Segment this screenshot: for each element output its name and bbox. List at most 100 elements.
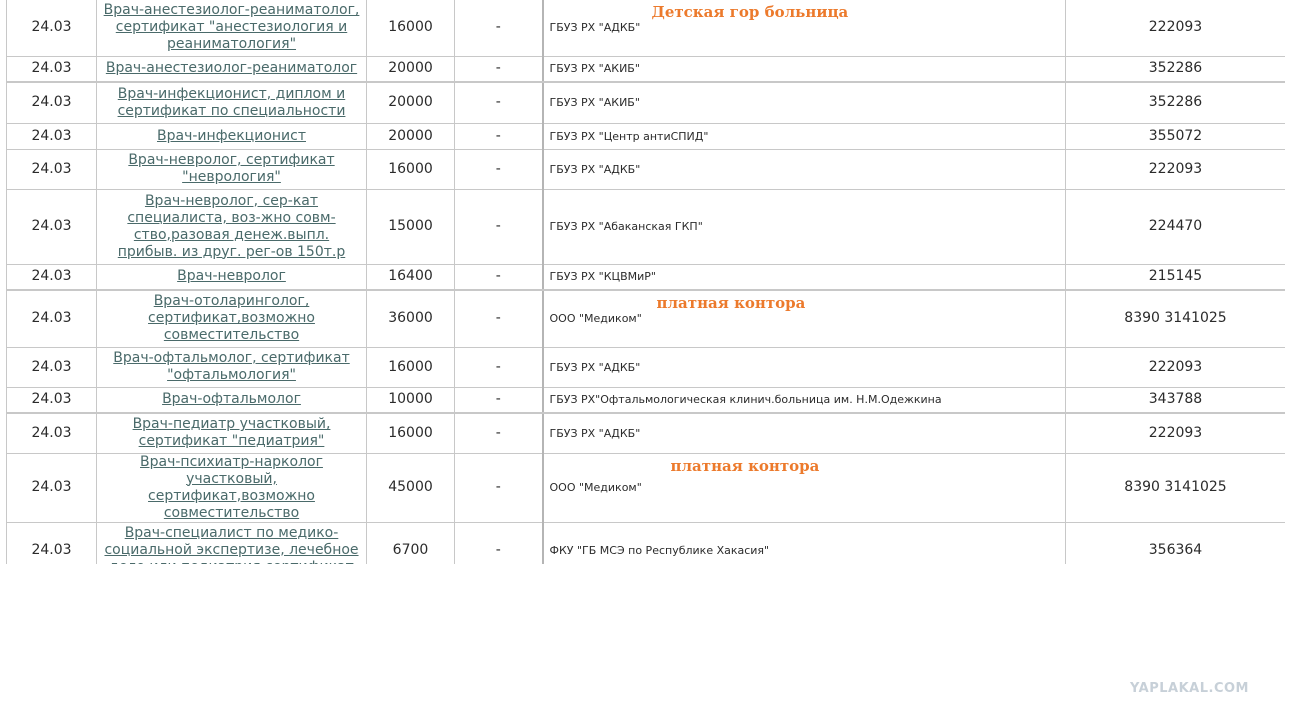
date-cell: 24.03: [6, 290, 97, 348]
job-title-link[interactable]: Врач-невролог: [177, 268, 286, 284]
job-cell: Врач-офтальмолог, сертификат "офтальмоло…: [96, 347, 367, 388]
watermark: YAPLAKAL.COM: [1130, 681, 1249, 696]
date-cell: 24.03: [6, 264, 97, 291]
date-cell: 24.03: [6, 123, 97, 150]
date-cell: 24.03: [6, 189, 97, 265]
table-row: 24.03 Врач-невролог, сер-кат специалиста,…: [6, 189, 1285, 265]
job-cell: Врач-анестезиолог-реаниматолог: [96, 56, 367, 83]
organization-cell: ГБУЗ РХ "КЦВМиР": [541, 264, 1066, 291]
organization-cell: ГБУЗ РХ "АДКБ": [541, 149, 1066, 190]
salary-cell: 16000: [366, 347, 455, 388]
job-cell: Врач-отоларинголог, сертификат,возможно …: [96, 290, 367, 348]
empty-cell: -: [454, 387, 543, 414]
salary-cell: 20000: [366, 123, 455, 150]
phone-cell: 343788: [1065, 387, 1285, 414]
organization-cell: ГБУЗ РХ "Центр антиСПИД": [541, 123, 1066, 150]
job-cell: Врач-педиатр участковый, сертификат "пед…: [96, 413, 367, 454]
job-title-link[interactable]: Врач-психиатр-нарколог участковый, серти…: [140, 454, 323, 521]
table-row: 24.03 Врач-специалист по медико-социально…: [6, 522, 1285, 565]
organization-cell: ГБУЗ РХ "АДКБ" Детская гор больница: [541, 0, 1066, 57]
organization-name: ГБУЗ РХ "АДКБ": [549, 360, 641, 374]
phone-cell: 356364: [1065, 522, 1285, 564]
job-cell: Врач-невролог, сертификат "неврология": [96, 149, 367, 190]
organization-name: ГБУЗ РХ "АКИБ": [549, 96, 640, 110]
phone-cell: 8390 3141025: [1065, 290, 1285, 348]
job-cell: Врач-инфекционист: [96, 123, 367, 150]
organization-name: ГБУЗ РХ "Абаканская ГКП": [549, 220, 703, 233]
date-cell: 24.03: [6, 387, 97, 414]
salary-cell: 36000: [366, 290, 455, 348]
date-cell: 24.03: [6, 0, 97, 57]
phone-cell: 352286: [1065, 82, 1285, 124]
job-title-link[interactable]: Врач-офтальмолог, сертификат "офтальмоло…: [113, 350, 349, 383]
job-title-link[interactable]: Врач-невролог, сертификат "неврология": [128, 152, 334, 185]
phone-cell: 215145: [1065, 264, 1285, 291]
empty-cell: -: [454, 413, 543, 454]
organization-name: ГБУЗ РХ"Офтальмологическая клинич.больни…: [549, 393, 942, 407]
job-title-link[interactable]: Врач-инфекционист, диплом и сертификат п…: [118, 86, 346, 119]
date-cell: 24.03: [6, 413, 97, 454]
table-row: 24.03 Врач-невролог 16400- ГБУЗ РХ "КЦВМиР"…: [6, 264, 1285, 291]
table-row: 24.03 Врач-офтальмолог 10000- ГБУЗ РХ"Офтал…: [6, 387, 1285, 414]
salary-cell: 16000: [366, 149, 455, 190]
table-row: 24.03 Врач-офтальмолог, сертификат "офтал…: [6, 347, 1285, 388]
empty-cell: -: [454, 0, 543, 57]
vacancy-table-wrapper: 24.03 Врач-анестезиолог-реаниматолог, сер…: [6, 0, 1285, 564]
empty-cell: -: [454, 123, 543, 150]
empty-cell: -: [454, 56, 543, 83]
organization-cell: ООО "Медиком" платная контора: [541, 290, 1066, 348]
date-cell: 24.03: [6, 522, 97, 564]
organization-name: ГБУЗ РХ "АДКБ": [549, 21, 641, 35]
organization-cell: ГБУЗ РХ "АКИБ": [541, 56, 1066, 83]
phone-cell: 352286: [1065, 56, 1285, 83]
organization-cell: ГБУЗ РХ "АКИБ": [541, 82, 1066, 124]
vacancy-table-body: 24.03 Врач-анестезиолог-реаниматолог, сер…: [6, 0, 1285, 565]
date-cell: 24.03: [6, 149, 97, 190]
phone-cell: 222093: [1065, 413, 1285, 454]
job-title-link[interactable]: Врач-офтальмолог: [162, 391, 301, 407]
job-title-link[interactable]: Врач-специалист по медико-социальной экс…: [104, 525, 358, 565]
empty-cell: -: [454, 149, 543, 190]
date-cell: 24.03: [6, 453, 97, 523]
empty-cell: -: [454, 453, 543, 523]
table-row: 24.03 Врач-невролог, сертификат "невролог…: [6, 149, 1285, 190]
organization-name: ГБУЗ РХ "АКИБ": [549, 62, 640, 76]
organization-name: ООО "Медиком": [549, 312, 642, 326]
table-row: 24.03 Врач-инфекционист 20000- ГБУЗ РХ "Цен…: [6, 123, 1285, 150]
job-title-link[interactable]: Врач-педиатр участковый, сертификат "пед…: [133, 416, 331, 449]
empty-cell: -: [454, 189, 543, 265]
organization-cell: ГБУЗ РХ "Абаканская ГКП": [541, 189, 1066, 265]
job-cell: Врач-невролог, сер-кат специалиста, воз-…: [96, 189, 367, 265]
empty-cell: -: [454, 347, 543, 388]
salary-cell: 15000: [366, 189, 455, 265]
salary-cell: 16000: [366, 413, 455, 454]
job-title-link[interactable]: Врач-инфекционист: [157, 128, 306, 144]
job-cell: Врач-психиатр-нарколог участковый, серти…: [96, 453, 367, 523]
organization-name: ГБУЗ РХ "АДКБ": [549, 426, 641, 440]
phone-cell: 222093: [1065, 149, 1285, 190]
organization-cell: ГБУЗ РХ "АДКБ": [541, 347, 1066, 388]
phone-cell: 355072: [1065, 123, 1285, 150]
job-cell: Врач-невролог: [96, 264, 367, 291]
empty-cell: -: [454, 264, 543, 291]
job-title-link[interactable]: Врач-невролог, сер-кат специалиста, воз-…: [118, 193, 345, 260]
organization-name: ГБУЗ РХ "Центр антиСПИД": [549, 129, 709, 143]
handwritten-note: платная контора: [670, 456, 820, 475]
table-row: 24.03 Врач-инфекционист, диплом и сертифи…: [6, 82, 1285, 124]
table-row: 24.03 Врач-анестезиолог-реаниматолог 20000…: [6, 56, 1285, 83]
job-title-link[interactable]: Врач-анестезиолог-реаниматолог, сертифик…: [104, 2, 360, 52]
organization-name: ООО "Медиком": [549, 481, 642, 494]
empty-cell: -: [454, 290, 543, 348]
salary-cell: 16000: [366, 0, 455, 57]
salary-cell: 20000: [366, 56, 455, 83]
salary-cell: 45000: [366, 453, 455, 523]
salary-cell: 6700: [366, 522, 455, 564]
job-title-link[interactable]: Врач-отоларинголог, сертификат,возможно …: [148, 293, 315, 343]
job-cell: Врач-анестезиолог-реаниматолог, сертифик…: [96, 0, 367, 57]
job-title-link[interactable]: Врач-анестезиолог-реаниматолог: [106, 60, 357, 76]
handwritten-note: платная контора: [656, 294, 806, 312]
organization-name: ГБУЗ РХ "АДКБ": [549, 162, 641, 176]
vacancy-table: 24.03 Врач-анестезиолог-реаниматолог, сер…: [6, 0, 1285, 564]
table-row: 24.03 Врач-анестезиолог-реаниматолог, сер…: [6, 0, 1285, 57]
empty-cell: -: [454, 82, 543, 124]
